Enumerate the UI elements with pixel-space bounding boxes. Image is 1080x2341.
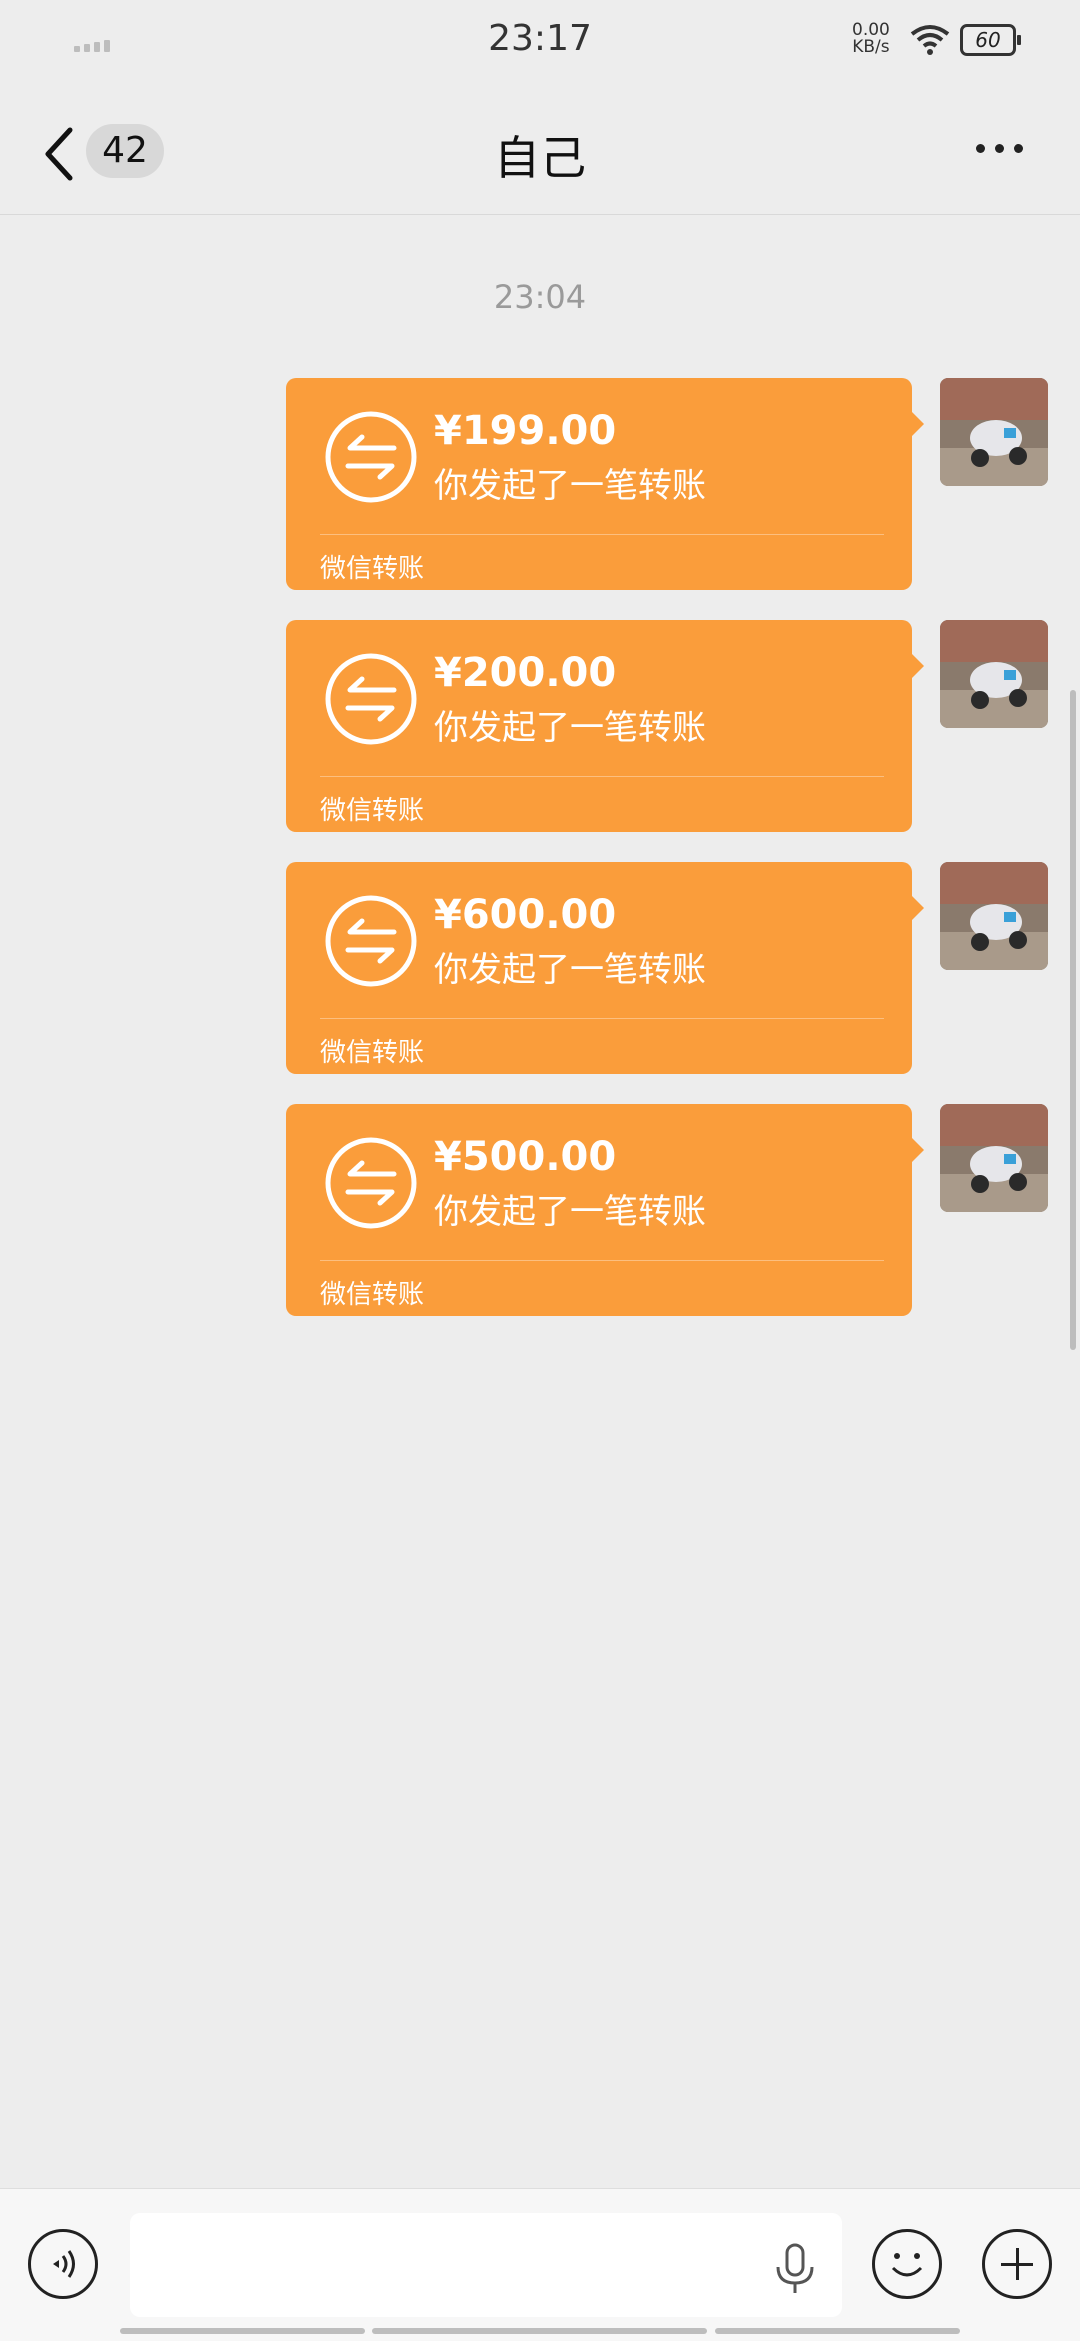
home-indicator <box>120 2328 365 2334</box>
scrollbar[interactable] <box>1070 690 1076 1350</box>
bubble-divider <box>320 1260 884 1261</box>
voice-icon <box>53 2250 75 2278</box>
transfer-amount: ¥500.00 <box>434 1134 617 1180</box>
network-speed-unit: KB/s <box>852 37 890 57</box>
transfer-description: 你发起了一笔转账 <box>434 950 706 990</box>
transfer-description: 你发起了一笔转账 <box>434 466 706 506</box>
transfer-icon <box>325 411 417 503</box>
transfer-footer: 微信转账 <box>320 1280 425 1310</box>
transfer-bubble[interactable]: ¥500.00 你发起了一笔转账 微信转账 <box>286 1104 912 1316</box>
transfer-icon <box>325 653 417 745</box>
avatar[interactable] <box>940 1104 1048 1212</box>
transfer-footer: 微信转账 <box>320 1038 425 1068</box>
battery-icon: 60 <box>960 24 1021 56</box>
home-indicator <box>715 2328 960 2334</box>
transfer-bubble[interactable]: ¥199.00 你发起了一笔转账 微信转账 <box>286 378 912 590</box>
wifi-icon <box>910 25 950 55</box>
transfer-icon <box>325 895 417 987</box>
message-input[interactable] <box>130 2213 842 2317</box>
bubble-tail <box>910 894 924 922</box>
status-bar: 23:17 0.00 KB/s 60 <box>0 0 1080 84</box>
bubble-divider <box>320 1018 884 1019</box>
transfer-bubble[interactable]: ¥600.00 你发起了一笔转账 微信转账 <box>286 862 912 1074</box>
emoji-icon <box>891 2253 923 2277</box>
bubble-divider <box>320 776 884 777</box>
more-icon[interactable] <box>976 144 1023 153</box>
avatar[interactable] <box>940 862 1048 970</box>
avatar[interactable] <box>940 378 1048 486</box>
transfer-amount: ¥600.00 <box>434 892 617 938</box>
input-bar <box>0 2188 1080 2341</box>
transfer-amount: ¥199.00 <box>434 408 617 454</box>
message-timestamp: 23:04 <box>493 278 587 316</box>
transfer-amount: ¥200.00 <box>434 650 617 696</box>
transfer-footer: 微信转账 <box>320 796 425 826</box>
transfer-icon <box>325 1137 417 1229</box>
voice-button[interactable] <box>28 2229 98 2299</box>
home-indicator <box>372 2328 707 2334</box>
emoji-button[interactable] <box>872 2229 942 2299</box>
transfer-message: ¥200.00 你发起了一笔转账 微信转账 <box>0 620 1080 832</box>
transfer-message: ¥199.00 你发起了一笔转账 微信转账 <box>0 378 1080 590</box>
transfer-description: 你发起了一笔转账 <box>434 708 706 748</box>
transfer-message: ¥600.00 你发起了一笔转账 微信转账 <box>0 862 1080 1074</box>
transfer-footer: 微信转账 <box>320 554 425 584</box>
bubble-tail <box>910 410 924 438</box>
transfer-message: ¥500.00 你发起了一笔转账 微信转账 <box>0 1104 1080 1316</box>
chat-title: 自己 <box>494 131 586 185</box>
bubble-tail <box>910 652 924 680</box>
avatar[interactable] <box>940 620 1048 728</box>
nav-bar: 42 自己 <box>0 84 1080 215</box>
transfer-bubble[interactable]: ¥200.00 你发起了一笔转账 微信转账 <box>286 620 912 832</box>
transfer-description: 你发起了一笔转账 <box>434 1192 706 1232</box>
network-speed: 0.00 KB/s <box>852 22 890 56</box>
bubble-tail <box>910 1136 924 1164</box>
mic-icon[interactable] <box>772 2243 818 2295</box>
bubble-divider <box>320 534 884 535</box>
plus-icon[interactable] <box>982 2229 1052 2299</box>
